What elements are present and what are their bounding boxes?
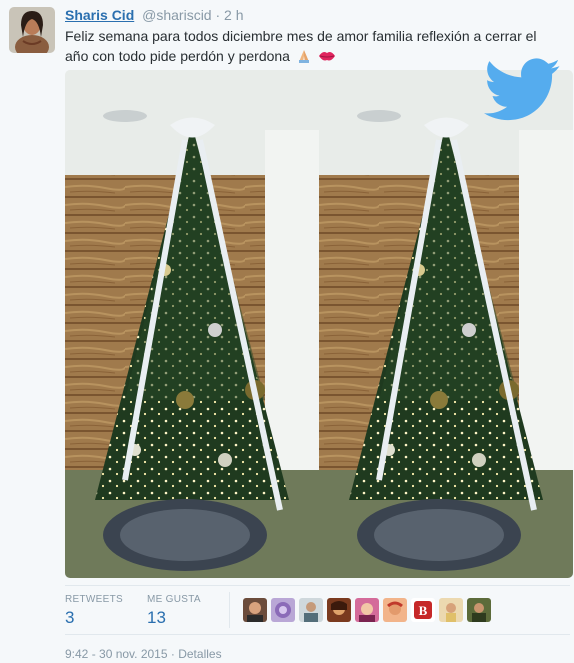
tweet-header: Sharis Cid @shariscid · 2 h <box>65 7 244 23</box>
author-name[interactable]: Sharis Cid <box>65 7 134 23</box>
tweet-time[interactable]: 2 h <box>224 7 243 23</box>
liker-avatar-red-b-logo[interactable]: B <box>411 598 435 622</box>
liker-avatar[interactable] <box>271 598 295 622</box>
liker-avatar[interactable] <box>299 598 323 622</box>
kiss-lips-icon <box>318 48 335 62</box>
author-handle[interactable]: @shariscid <box>142 7 211 23</box>
tweet-timestamp[interactable]: 9:42 - 30 nov. 2015 <box>65 647 168 661</box>
liker-avatar[interactable] <box>383 598 407 622</box>
liker-avatar[interactable] <box>355 598 379 622</box>
likes-count[interactable]: 13 <box>147 608 201 628</box>
likes-label: ME GUSTA <box>147 594 201 605</box>
liker-avatar[interactable] <box>467 598 491 622</box>
header-separator: · <box>215 7 221 23</box>
liker-avatar[interactable] <box>243 598 267 622</box>
stats-divider <box>229 592 230 628</box>
retweets-count[interactable]: 3 <box>65 608 123 628</box>
footer-separator: · <box>170 647 175 661</box>
twitter-bird-icon <box>484 57 560 128</box>
retweets-stat[interactable]: RETWEETS 3 <box>65 594 123 628</box>
likes-stat[interactable]: ME GUSTA 13 <box>147 594 201 628</box>
tweet-stats: RETWEETS 3 ME GUSTA 13 B <box>65 585 570 635</box>
retweets-label: RETWEETS <box>65 594 123 605</box>
folded-hands-icon <box>296 48 312 63</box>
details-link[interactable]: Detalles <box>178 647 221 661</box>
tweet-footer: 9:42 - 30 nov. 2015 · Detalles <box>65 647 222 661</box>
liker-avatar[interactable] <box>327 598 351 622</box>
tweet-card: Sharis Cid @shariscid · 2 h Feliz semana… <box>0 0 574 663</box>
svg-text:B: B <box>419 603 428 618</box>
liker-avatar[interactable] <box>439 598 463 622</box>
profile-avatar[interactable] <box>9 7 55 53</box>
tweet-photo[interactable] <box>65 70 573 578</box>
